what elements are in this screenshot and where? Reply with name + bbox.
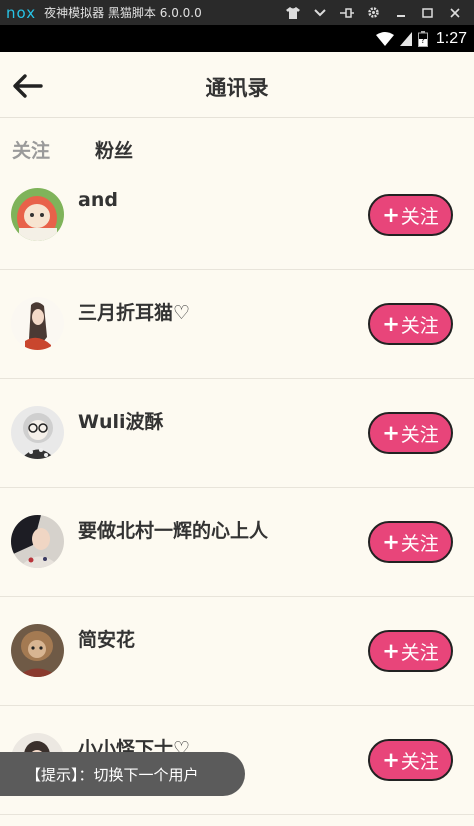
follow-label: 关注 [400, 314, 439, 337]
tab-following[interactable]: 关注 [12, 136, 50, 163]
plus-icon: + [382, 530, 400, 554]
pin-icon[interactable] [333, 0, 360, 25]
toast-message: 【提示】：切换下一个用户 [0, 752, 245, 796]
follow-button[interactable]: + 关注 [368, 194, 453, 236]
follow-label: 关注 [400, 641, 439, 664]
avatar[interactable] [11, 515, 64, 568]
close-icon[interactable] [441, 0, 468, 25]
chevron-down-icon[interactable] [306, 0, 333, 25]
avatar[interactable] [11, 188, 64, 241]
svg-text:?: ? [421, 36, 425, 45]
maximize-icon[interactable] [414, 0, 441, 25]
page-title: 通讯录 [205, 76, 269, 100]
follow-button[interactable]: + 关注 [368, 739, 453, 781]
follow-button[interactable]: + 关注 [368, 303, 453, 345]
user-list: and + 关注 三月折耳猫♡ + 关注 Wuli波酥 + 关注 要做北村一辉的… [0, 161, 474, 815]
avatar[interactable] [11, 406, 64, 459]
status-bar: ? 1:27 [0, 25, 474, 52]
emulator-controls [279, 0, 468, 25]
user-name: 简安花 [78, 629, 136, 651]
clock: 1:27 [435, 29, 467, 47]
follow-button[interactable]: + 关注 [368, 412, 453, 454]
emulator-titlebar: nox 夜神模拟器 黑猫脚本 6.0.0.0 [0, 0, 474, 25]
list-item: 要做北村一辉的心上人 + 关注 [0, 488, 474, 597]
avatar[interactable] [11, 297, 64, 350]
minimize-icon[interactable] [387, 0, 414, 25]
user-name: and [78, 189, 118, 211]
nox-logo: nox [6, 3, 37, 22]
list-item: 三月折耳猫♡ + 关注 [0, 270, 474, 379]
plus-icon: + [382, 639, 400, 663]
user-name: 要做北村一辉的心上人 [78, 520, 269, 542]
wifi-icon [375, 31, 394, 46]
emulator-title: 夜神模拟器 黑猫脚本 6.0.0.0 [44, 6, 202, 20]
follow-button[interactable]: + 关注 [368, 521, 453, 563]
follow-label: 关注 [400, 750, 439, 773]
gear-icon[interactable] [360, 0, 387, 25]
list-item: 简安花 + 关注 [0, 597, 474, 706]
follow-label: 关注 [400, 532, 439, 555]
user-name: Wuli波酥 [78, 411, 164, 433]
user-name: 三月折耳猫♡ [78, 302, 191, 324]
avatar[interactable] [11, 624, 64, 677]
signal-icon [399, 31, 412, 46]
app-bar: 通讯录 [0, 52, 474, 118]
follow-button[interactable]: + 关注 [368, 630, 453, 672]
battery-icon: ? [417, 30, 428, 47]
plus-icon: + [382, 203, 400, 227]
plus-icon: + [382, 421, 400, 445]
list-item: and + 关注 [0, 161, 474, 270]
follow-label: 关注 [400, 423, 439, 446]
plus-icon: + [382, 748, 400, 772]
shirt-icon[interactable] [279, 0, 306, 25]
list-item: Wuli波酥 + 关注 [0, 379, 474, 488]
follow-label: 关注 [400, 205, 439, 228]
plus-icon: + [382, 312, 400, 336]
tab-fans[interactable]: 粉丝 [95, 136, 133, 163]
